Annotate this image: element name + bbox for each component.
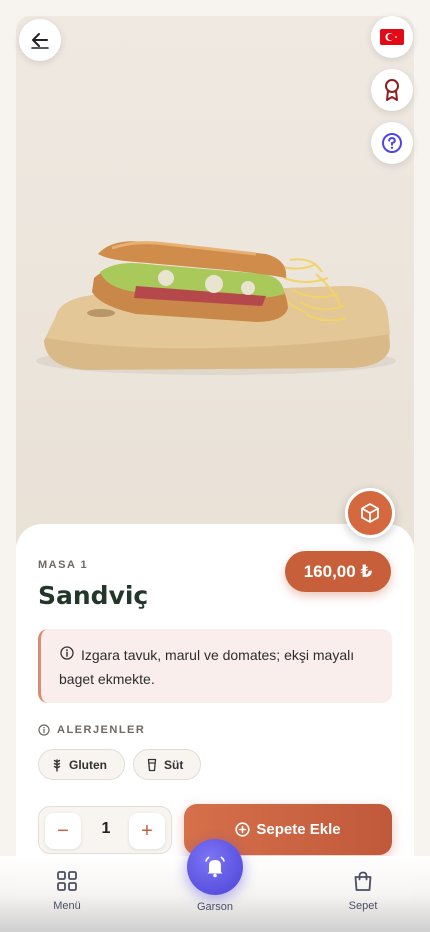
back-button[interactable] — [19, 19, 61, 61]
allergen-chip-sut: Süt — [133, 749, 201, 780]
nav-item-menu[interactable]: Menü — [48, 870, 86, 912]
allergens-title: ALERJENLER — [57, 724, 146, 736]
cube-3d-icon — [361, 503, 379, 523]
wheat-icon — [53, 758, 61, 772]
nav-label-waiter: Garson — [196, 901, 234, 913]
allergen-label: Süt — [164, 757, 184, 772]
table-label: MASA 1 — [38, 559, 89, 571]
price-badge: 160,00 ₺ — [285, 551, 391, 592]
plus-circle-icon — [235, 822, 250, 837]
allergen-label: Gluten — [69, 757, 107, 772]
product-title: Sandviç — [38, 581, 149, 610]
nav-label-cart: Sepet — [348, 900, 378, 912]
language-button[interactable] — [371, 16, 413, 58]
decrease-quantity-button[interactable]: − — [45, 813, 81, 849]
arrow-left-icon — [31, 33, 49, 49]
quantity-stepper: − 1 + — [38, 806, 172, 854]
add-to-cart-label: Sepete Ekle — [256, 821, 341, 838]
call-waiter-button[interactable] — [187, 839, 243, 895]
loyalty-button[interactable] — [371, 69, 413, 111]
nav-item-cart[interactable]: Sepet — [343, 870, 383, 912]
shopping-bag-icon — [354, 871, 372, 891]
info-icon — [60, 646, 74, 660]
nav-label-menu: Menü — [53, 900, 81, 912]
quantity-value: 1 — [101, 820, 111, 837]
ar-view-button[interactable] — [345, 488, 395, 538]
product-description: Izgara tavuk, marul ve domates; ekşi may… — [59, 647, 355, 687]
description-box: Izgara tavuk, marul ve domates; ekşi may… — [38, 629, 392, 703]
allergens-header: ALERJENLER — [38, 724, 145, 736]
bell-icon — [205, 856, 225, 878]
allergen-chip-gluten: Gluten — [38, 749, 125, 780]
award-ribbon-icon — [385, 79, 399, 101]
turkey-flag-icon — [380, 29, 404, 45]
sandwich-illustration — [36, 241, 396, 375]
question-circle-icon — [382, 133, 402, 153]
product-image — [16, 16, 414, 556]
help-button[interactable] — [371, 122, 413, 164]
grid-icon — [57, 871, 77, 891]
info-icon — [38, 724, 50, 736]
milk-glass-icon — [147, 758, 157, 771]
increase-quantity-button[interactable]: + — [129, 813, 165, 849]
